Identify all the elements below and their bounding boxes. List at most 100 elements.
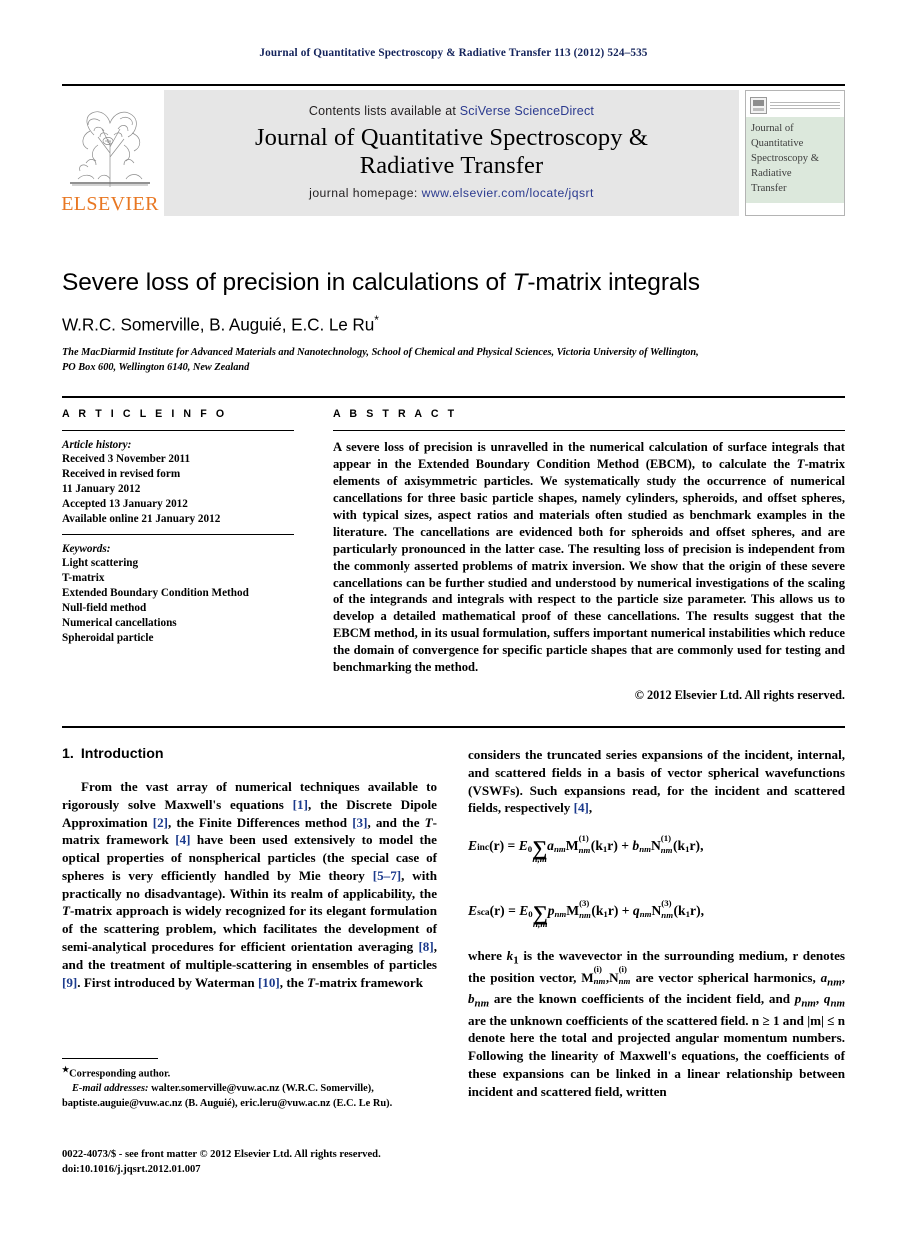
article-history-item: Received 3 November 2011 [62,453,191,465]
section-number: 1. [62,746,74,762]
contents-list-line: Contents lists available at SciVerse Sci… [309,104,594,118]
cover-title-block: Journal of Quantitative Spectroscopy & R… [746,117,844,203]
citation-ref[interactable]: [9] [62,975,77,990]
elsevier-logo: ELSEVIER [61,90,159,216]
article-history-item: Accepted 13 January 2012 [62,497,188,510]
abstract-copyright: © 2012 Elsevier Ltd. All rights reserved… [634,688,845,703]
eq2-vec-M: M [566,903,580,919]
keywords-label: Keywords: [62,543,111,556]
text-fragment: , [588,800,593,816]
keyword-item: Light scattering [62,557,139,570]
author-names: W.R.C. Somerville, B. Auguié, E.C. Le Ru [62,315,375,336]
eq2-arg-close: r) [607,903,619,919]
title-part-2: -matrix integrals [527,269,700,296]
eq1-summation-symbol: ∑ n,m [532,836,548,865]
corresponding-author-text: Corresponding author. [69,1068,171,1080]
eq1-coef-b-sub: nm [639,844,651,855]
author-list: W.R.C. Somerville, B. Auguié, E.C. Le Ru… [62,313,845,336]
abstract-heading: A B S T R A C T [333,408,458,420]
eq2-lhs-sub: sca [477,908,490,919]
divider-above-abstract [62,396,845,398]
eq2-coef-p-sub: nm [554,909,567,920]
citation-ref[interactable]: [3] [352,815,367,830]
symbol-p-sub: nm [801,997,816,1010]
sciencedirect-link[interactable]: SciVerse ScienceDirect [460,104,594,118]
doi-line[interactable]: doi:10.1016/j.jqsrt.2012.01.007 [62,1163,437,1178]
eq2-arg2-open: (k [673,903,686,919]
cover-line-5: Transfer [751,183,787,195]
eq2-arg-open: (k [591,903,604,919]
keyword-item: Numerical cancellations [62,617,177,630]
email-addresses-note: E-mail addresses: walter.somerville@vuw.… [62,1082,437,1111]
eq1-vec-M: M [565,838,579,854]
eq2-plus: + [618,903,633,919]
journal-masthead: ELSEVIER Contents lists available at Sci… [61,84,845,216]
text-fragment: . First introduced by Waterman [77,974,258,990]
journal-homepage-link[interactable]: www.elsevier.com/locate/jqsrt [422,186,594,200]
affiliation-line-2: PO Box 600, Wellington 6140, New Zealand [62,361,250,373]
citation-ref[interactable]: [10] [258,975,280,990]
eq1-arg2-close: r), [689,838,704,854]
eq1-sum-sub: n,m [532,854,547,865]
homepage-prefix: journal homepage: [309,186,422,201]
symbol-a-sub: nm [827,976,842,989]
journal-title-line-1: Journal of Quantitative Spectroscopy & [255,123,648,151]
journal-cover-thumbnail: Journal of Quantitative Spectroscopy & R… [745,90,845,216]
page-title: Severe loss of precision in calculations… [62,268,845,297]
citation-ref[interactable]: [8] [418,939,433,954]
eq1-coef-a-sub: nm [553,844,566,855]
masthead-center-band: Contents lists available at SciVerse Sci… [164,90,739,216]
text-fragment: -matrix framework [315,974,424,990]
issn-front-matter: 0022-4073/$ - see front matter © 2012 El… [62,1149,381,1160]
text-fragment: , the [279,974,308,990]
eq2-sum-sub: n,m [532,919,548,930]
equation-incident-field: Einc(r) = E0∑n,manmMnmnm(1)(k1r) + bnmNn… [468,833,845,865]
citation-ref[interactable]: [2] [153,815,168,830]
article-history-label: Article history: [62,439,132,451]
front-matter-block: 0022-4073/$ - see front matter © 2012 El… [62,1148,437,1177]
citation-ref[interactable]: [5–7] [373,868,401,883]
citation-ref[interactable]: [4] [175,832,190,847]
eq1-arg2-open: (k [673,838,686,854]
eq2-arg2-close: r), [690,903,704,919]
contents-prefix: Contents lists available at [308,103,460,118]
cover-header-strip [746,91,844,117]
italic-T: T [307,974,316,990]
keyword-item: Spheroidal particle [62,631,154,644]
paper-page: Journal of Quantitative Spectroscopy & R… [0,0,907,1238]
eq2-coef-q-sub: nm [639,909,652,920]
section-title: Introduction [80,746,164,762]
symbol-M-indices: nmnm(i) [593,963,606,986]
eq1-vec-M-indices: nmnm(1) [578,833,591,856]
body-right-column: considers the truncated series expansion… [468,746,845,1101]
divider-below-abstract [62,726,845,728]
cover-line-2: Quantitative [751,138,804,150]
affiliation-line-1: The MacDiarmid Institute for Advanced Ma… [62,347,699,359]
text-fragment: -matrix approach is widely recognized fo… [62,903,437,955]
cover-line-1: Journal of [751,123,794,134]
corresponding-author-note: ★Corresponding author. [62,1064,437,1082]
eq1-vec-N: N [650,838,661,854]
citation-ref[interactable]: [4] [574,800,589,815]
citation-ref[interactable]: [1] [293,797,308,812]
abstract-part-2: -matrix elements of axisymmetric particl… [333,456,845,675]
article-info-column: A R T I C L E I N F O Article history: R… [62,408,294,646]
section-heading-introduction: 1. Introduction [62,746,437,762]
cover-mini-text-lines [770,100,840,111]
eq2-summation-symbol: ∑ n,m [532,901,548,930]
abstract-column: A B S T R A C T A severe loss of precisi… [333,408,845,703]
eq2-vec-N-indices: nmnm(3) [661,898,674,921]
email-label: E-mail addresses: [72,1083,149,1095]
eq2-equals: = [504,903,520,919]
journal-homepage-line: journal homepage: www.elsevier.com/locat… [309,186,594,200]
eq2-coef-q: q [632,903,640,919]
intro-paragraph-2: considers the truncated series expansion… [468,746,845,817]
symbol-M: M [581,969,594,985]
text-fragment: are vector spherical harmonics, [630,969,821,985]
eq1-arg-close: r) [607,838,618,854]
footnote-rule [62,1058,158,1059]
title-block: Severe loss of precision in calculations… [62,268,845,375]
elsevier-wordmark: ELSEVIER [61,193,159,215]
eq1-lhs: E [468,838,478,854]
corresponding-author-marker: * [374,313,379,328]
